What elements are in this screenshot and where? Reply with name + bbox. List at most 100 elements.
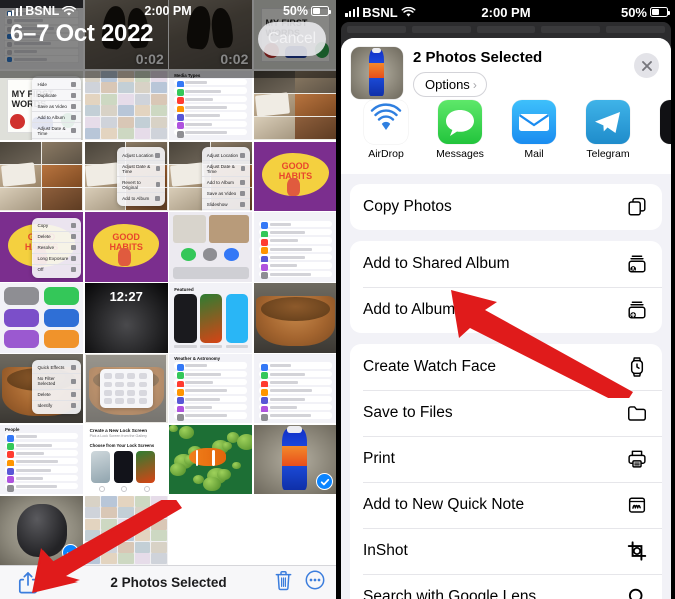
settings-screenshot [253, 354, 336, 424]
photo-cell[interactable] [84, 70, 168, 141]
share-target[interactable]: AirDrop [349, 100, 423, 160]
settings-screenshot [253, 212, 336, 282]
photo-cell[interactable]: 12:27 [84, 283, 168, 353]
share-target[interactable]: Mail [497, 100, 571, 160]
context-menu-item[interactable]: Resolve [32, 243, 81, 254]
photo-cell[interactable] [169, 212, 253, 282]
selected-checkmark-icon [62, 544, 80, 561]
share-action-label: Copy Photos [363, 198, 452, 215]
share-target[interactable]: Telegram [571, 100, 645, 160]
photo-cell[interactable] [253, 283, 336, 353]
photo-cell[interactable]: Quick Effects No Filter Selected Delete Ide… [0, 354, 84, 424]
photo-cell[interactable] [253, 70, 336, 141]
context-menu-item[interactable]: Copy [32, 221, 81, 232]
share-actions-list[interactable]: Copy Photos Add to Shared Album Add to Alb… [341, 184, 671, 599]
photo-cell[interactable]: Media Types [169, 70, 253, 141]
photo-cell[interactable] [253, 354, 336, 424]
context-menu-item[interactable]: Adjust Location [32, 139, 80, 140]
context-menu[interactable]: Adjust Location Adjust Date & Time Add to … [201, 147, 250, 211]
lockscreen-screenshot: 12:27 [84, 283, 168, 353]
context-menu-item[interactable]: Delete [32, 232, 81, 243]
context-menu-item[interactable]: Adjust Date & Time [201, 161, 250, 178]
context-menu-item[interactable]: Save as Video [32, 101, 81, 113]
context-menu-item[interactable]: Revert to Original [117, 177, 166, 194]
context-menu-item[interactable]: Adjust Location [201, 150, 250, 162]
photo-cell[interactable]: GOOD HABITS [253, 141, 336, 211]
share-target-label: Messages [436, 148, 484, 160]
photo-grid[interactable]: 0:020:02MY FIRSTWORDSMY FIRSTWORDSHideDu… [0, 0, 336, 565]
photo-cell[interactable]: GOOD HABITS [84, 212, 168, 282]
share-action-item[interactable]: Add to New Quick Note [350, 482, 662, 528]
chevron-right-icon: › [472, 77, 477, 92]
share-target[interactable]: Messages [423, 100, 497, 160]
photo-cell[interactable] [253, 424, 336, 495]
battery-percent-label: 50% [620, 4, 647, 20]
more-button[interactable] [305, 570, 325, 595]
watch-icon [625, 355, 649, 379]
settings-screenshot: People [0, 424, 84, 495]
context-menu-item[interactable]: Duplicate [32, 90, 81, 102]
delete-button[interactable] [274, 570, 293, 596]
share-action-item[interactable]: Add to Shared Album [350, 241, 662, 287]
context-menu-item[interactable]: Adjust Date & Time [117, 161, 166, 178]
context-menu-item[interactable]: Identify [32, 401, 80, 411]
context-menu-item[interactable]: Quick Effects [32, 363, 81, 374]
photo-thumbnail[interactable] [351, 47, 403, 99]
book-cover-photo: GOODHABITS [84, 212, 168, 282]
share-sheet-header: 2 Photos Selected Options › [341, 38, 671, 99]
mail-icon [512, 100, 556, 144]
context-menu-item[interactable]: Hide [202, 210, 250, 211]
context-menu-item[interactable]: No Filter Selected [32, 374, 81, 390]
close-button[interactable] [634, 53, 659, 78]
photo-cell[interactable] [0, 283, 84, 353]
context-menu-item[interactable]: Long Exposure [32, 254, 81, 265]
photo-cell[interactable]: Create a New Lock Screen Pick a Lock Scre… [84, 424, 168, 495]
context-menu-item[interactable]: Add to Album [117, 193, 165, 203]
share-action-item[interactable]: Add to Album [350, 287, 662, 333]
photo-cell[interactable] [84, 354, 168, 424]
context-menu-item[interactable]: Hide [32, 79, 81, 91]
screenshot-root: 0:020:02MY FIRSTWORDSMY FIRSTWORDSHideDu… [0, 0, 675, 599]
photo-cell[interactable]: Adjust Location Adjust Date & Time Add to … [169, 141, 253, 211]
context-menu-item[interactable]: Delete [32, 390, 81, 401]
share-action-label: Save to Files [363, 404, 453, 421]
context-menu[interactable]: Quick Effects No Filter Selected Delete Ide… [32, 359, 81, 414]
share-action-item[interactable]: Search with Google Lens [350, 574, 662, 599]
context-menu[interactable]: Adjust Location Adjust Date & Time Revert … [117, 147, 166, 207]
context-menu[interactable]: Hide Duplicate Save as Video Add to Album Ad… [32, 76, 81, 141]
share-targets-row[interactable]: AirDrop Messages Mail Telegram Pho [341, 98, 671, 168]
copy-icon [625, 195, 649, 219]
context-menu-item[interactable]: Adjust Date & Time [32, 123, 81, 140]
photo-cell[interactable] [169, 424, 253, 495]
share-action-label: InShot [363, 542, 408, 559]
context-menu-item[interactable]: Off [32, 265, 80, 275]
selection-toolbar: 2 Photos Selected [0, 565, 336, 599]
options-button[interactable]: Options › [413, 72, 487, 97]
share-target[interactable]: Pho [645, 100, 671, 160]
context-menu-item[interactable]: Add to Album [32, 112, 81, 124]
photo-cell[interactable] [0, 141, 84, 211]
share-action-item[interactable]: InShot [350, 528, 662, 574]
photo-cell[interactable] [253, 212, 336, 282]
context-menu[interactable]: Copy Delete Resolve Long Exposure Off [32, 217, 81, 278]
photo-cell[interactable]: Featured [169, 283, 253, 353]
context-menu-item[interactable]: Add to Album [201, 177, 250, 189]
context-menu-item[interactable]: Adjust Location [117, 150, 166, 162]
share-action-item[interactable]: Save to Files [350, 390, 662, 436]
photo-cell[interactable]: People [0, 424, 84, 495]
photo-cell[interactable] [84, 495, 168, 565]
options-label: Options [425, 77, 470, 92]
photo-cell[interactable]: MY FIRSTWORDSHideDuplicateSave as VideoA… [0, 70, 84, 141]
context-menu-item[interactable]: Save as Video [201, 188, 250, 200]
share-action-item[interactable]: Create Watch Face [350, 344, 662, 390]
pie-photo [253, 283, 336, 353]
photo-cell[interactable]: Adjust Location Adjust Date & Time Revert … [84, 141, 168, 211]
share-action-item[interactable]: Print [350, 436, 662, 482]
context-menu-item[interactable]: Slideshow [201, 199, 250, 211]
photo-cell[interactable]: Weather & Astronomy [169, 354, 253, 424]
section-separator [341, 174, 671, 184]
photo-cell[interactable] [0, 495, 84, 565]
cancel-button[interactable]: Cancel [258, 22, 326, 56]
photo-cell[interactable]: GOODHABITSCopyDeleteResolveLong Exposure… [0, 212, 84, 282]
share-action-item[interactable]: Copy Photos [350, 184, 662, 230]
